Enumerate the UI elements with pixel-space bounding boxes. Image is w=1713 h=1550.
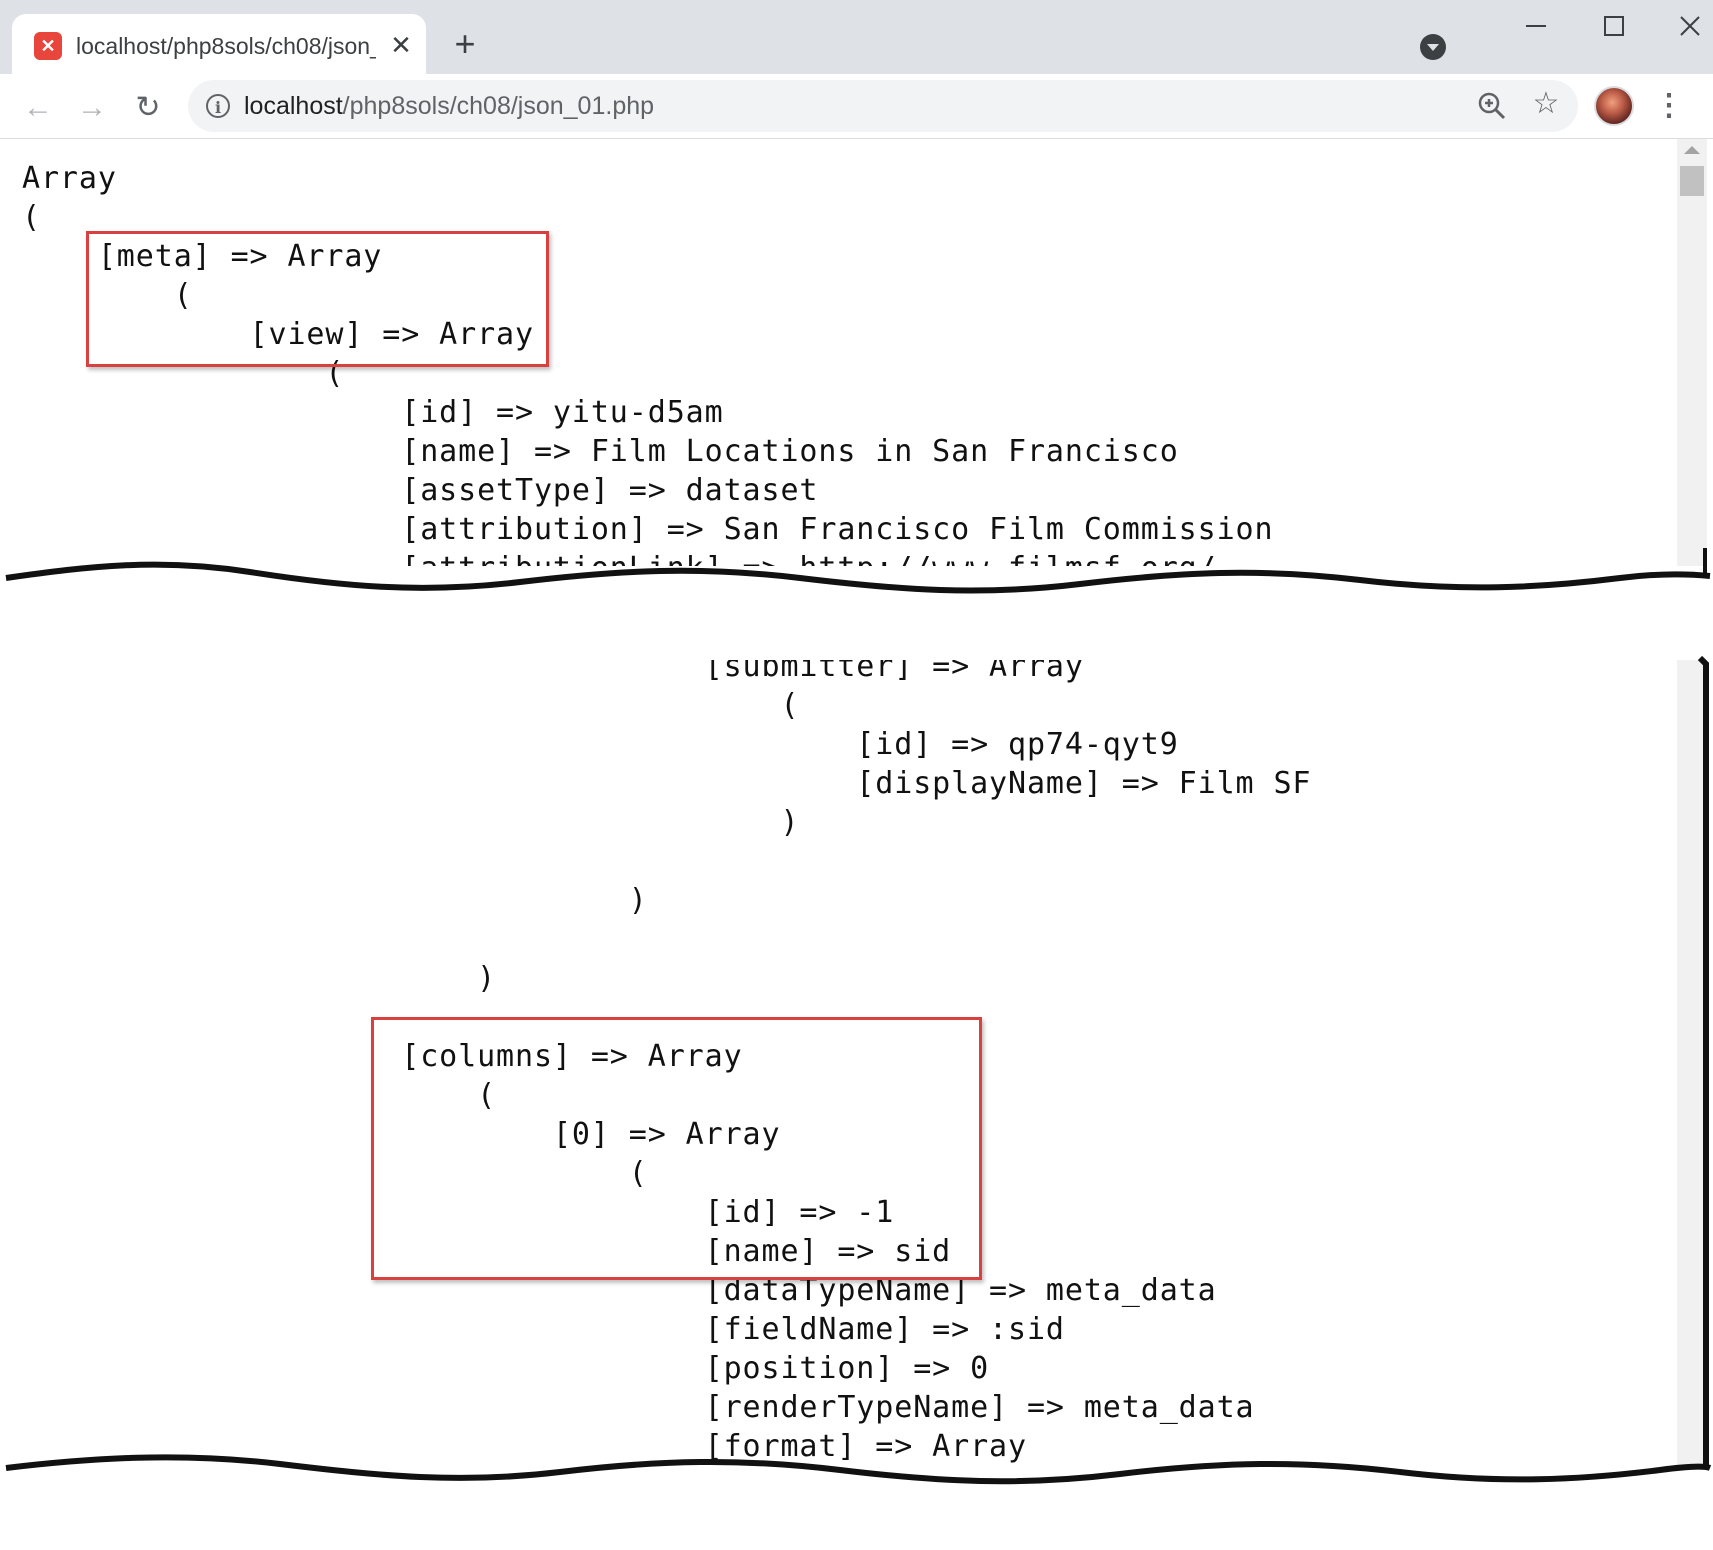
new-tab-button[interactable]: + [447, 24, 483, 64]
url-text[interactable]: localhost/php8sols/ch08/json_01.php [244, 88, 654, 124]
scroll-thumb[interactable] [1680, 166, 1704, 196]
menu-icon[interactable]: ⋮ [1654, 86, 1684, 126]
profile-avatar[interactable] [1594, 86, 1634, 126]
code-line: [attribution] => San Francisco Film Comm… [22, 512, 1274, 547]
code-line: [view] => Array [22, 317, 534, 352]
back-icon[interactable]: ← [16, 86, 60, 130]
torn-edge-bottom [0, 1454, 1712, 1502]
scroll-up-icon[interactable] [1684, 146, 1700, 154]
code-line: [assetType] => dataset [22, 473, 819, 508]
code-line: ( [22, 356, 345, 391]
print-r-output-top: Array ( [meta] => Array ( [view] => Array… [22, 159, 1273, 588]
url-path: /php8sols/ch08/json_01.php [342, 92, 655, 120]
code-line: [meta] => Array [22, 239, 383, 274]
torn-edge-top [5, 548, 1711, 628]
code-line: ( [22, 278, 193, 313]
reload-icon[interactable]: ↻ [126, 86, 170, 130]
minimize-button[interactable] [1506, 8, 1566, 48]
tab-search-icon[interactable] [1420, 34, 1446, 60]
close-window-button[interactable] [1660, 8, 1713, 48]
bookmark-star-icon[interactable]: ☆ [1528, 86, 1564, 122]
xampp-icon: ✕ [34, 32, 62, 60]
close-tab-icon[interactable]: ✕ [386, 28, 416, 62]
site-info-icon[interactable]: i [206, 94, 230, 118]
code-line: [id] => yitu-d5am [22, 395, 724, 430]
zoom-icon[interactable] [1474, 88, 1510, 124]
url-host: localhost [244, 92, 343, 120]
code-line: Array [22, 161, 117, 196]
code-line: ( [22, 200, 41, 235]
code-line: [name] => Film Locations in San Francisc… [22, 434, 1179, 469]
tab-title: localhost/php8sols/ch08/json_01 [76, 33, 376, 59]
right-edge-shadow [1697, 655, 1709, 1482]
maximize-button[interactable] [1584, 8, 1644, 48]
forward-icon[interactable]: → [70, 86, 114, 130]
